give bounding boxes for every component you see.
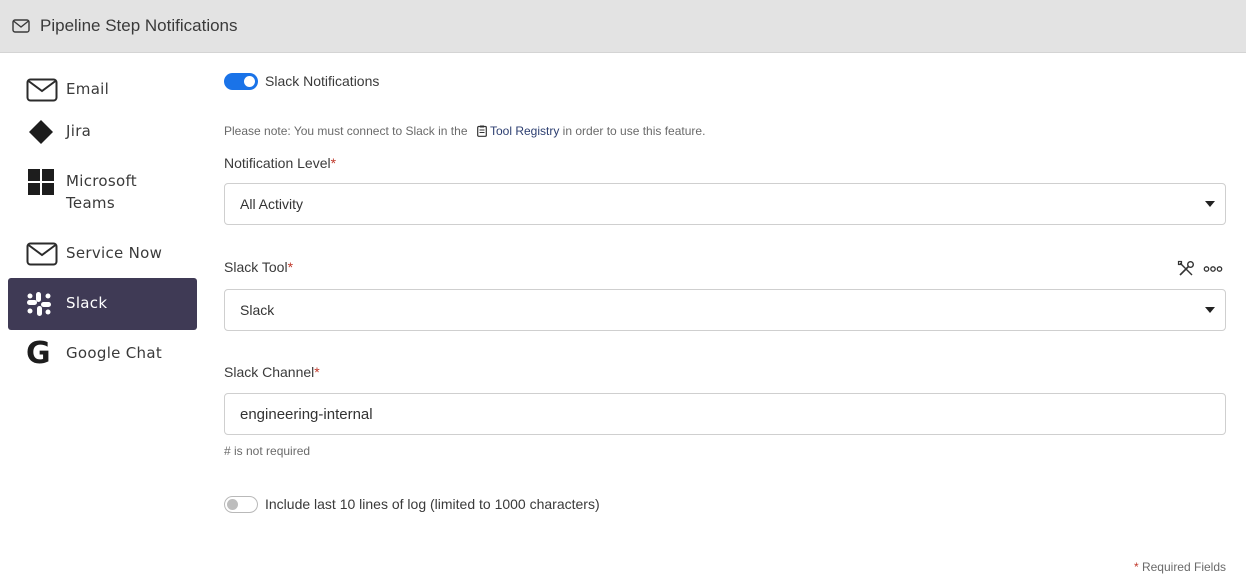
notification-level-select[interactable]: All Activity [224,183,1226,225]
chevron-down-icon [1205,201,1215,207]
notification-type-sidebar: Email Jira Microsoft Teams Service Now S… [8,62,197,374]
sidebar-item-label: Microsoft Teams [66,172,137,212]
notification-level-value: All Activity [240,196,304,212]
sidebar-item-label: Slack [66,294,108,312]
envelope-icon [26,240,66,268]
slack-channel-text: Slack Channel [224,364,315,380]
sidebar-item-email[interactable]: Email [8,62,197,114]
windows-icon [26,168,66,196]
sidebar-item-microsoft-teams[interactable]: Microsoft Teams [8,166,197,238]
channel-hint: # is not required [224,444,311,458]
required-fields-note: * Required Fields [1134,560,1226,574]
sidebar-item-label: Email [66,80,110,98]
tool-registry-link[interactable]: Tool Registry [490,124,559,138]
required-marker: * [314,364,320,380]
panel-header: Pipeline Step Notifications [0,0,1246,53]
slack-tool-text: Slack Tool [224,259,288,275]
envelope-icon [12,19,30,33]
clipboard-icon [476,125,487,140]
google-icon: G [26,336,51,371]
panel-title: Pipeline Step Notifications [40,16,238,35]
more-options-icon[interactable] [1203,261,1223,280]
tools-icon[interactable] [1177,260,1195,283]
include-log-toggle[interactable] [224,496,258,513]
slack-channel-value: engineering-internal [240,405,373,423]
sidebar-item-service-now[interactable]: Service Now [8,238,197,278]
slack-tool-label: Slack Tool* [224,259,293,275]
slack-tool-value: Slack [240,302,275,318]
slack-icon [26,290,66,318]
slack-notifications-toggle[interactable] [224,73,258,90]
sidebar-item-label: Jira [66,122,92,140]
tool-registry-note: Please note: You must connect to Slack i… [224,124,705,140]
slack-tool-select[interactable]: Slack [224,289,1226,331]
sidebar-item-google-chat[interactable]: G Google Chat [8,330,197,374]
include-log-label: Include last 10 lines of log (limited to… [265,496,600,512]
required-marker: * [287,259,294,275]
chevron-down-icon [1205,307,1215,313]
slack-channel-input[interactable]: engineering-internal [224,393,1226,435]
sidebar-item-jira[interactable]: Jira [8,114,197,166]
sidebar-item-label: Google Chat [66,344,163,362]
slack-notifications-label: Slack Notifications [265,73,380,89]
required-fields-text: * Required Fields [1133,560,1226,574]
note-suffix: in order to use this feature. [562,124,706,138]
envelope-icon [26,76,66,104]
required-marker: * [330,155,337,171]
note-prefix: Please note: You must connect to Slack i… [224,124,468,138]
jira-icon [26,118,66,146]
sidebar-item-slack[interactable]: Slack [8,278,197,330]
slack-channel-label: Slack Channel* [224,364,320,380]
notification-level-text: Notification Level [224,155,331,171]
notification-level-label: Notification Level* [224,155,336,171]
sidebar-item-label: Service Now [66,244,163,262]
